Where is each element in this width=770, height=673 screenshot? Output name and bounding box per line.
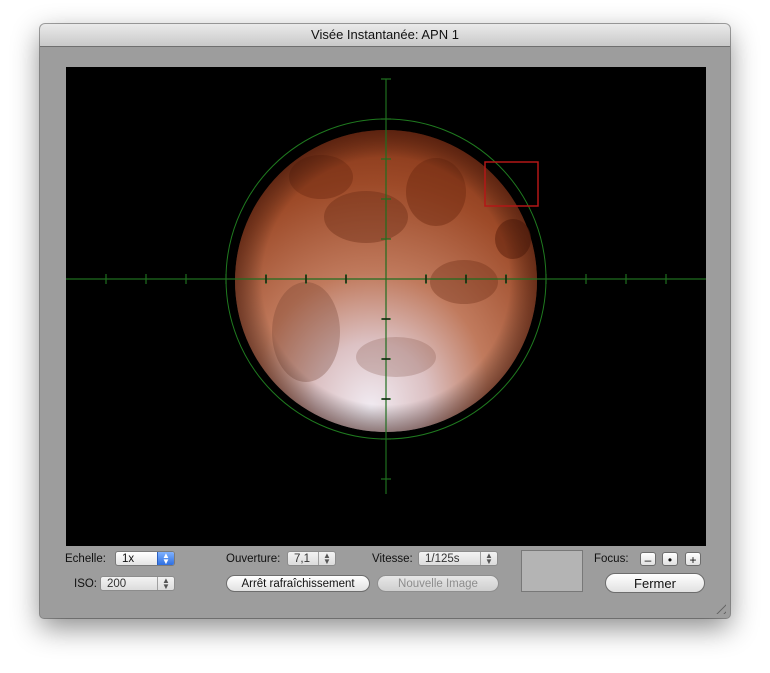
iso-label: ISO: xyxy=(74,578,98,590)
live-view-image[interactable] xyxy=(66,67,706,546)
vitesse-select[interactable]: 1/125s ▲ ▼ xyxy=(418,551,498,566)
focus-label: Focus: xyxy=(594,553,629,565)
echelle-label: Echelle: xyxy=(65,553,106,565)
stepper-arrows-icon: ▲ ▼ xyxy=(480,551,497,565)
live-view-window: Visée Instantanée: APN 1 Echelle: 1x ▲ ▼… xyxy=(40,24,730,618)
resize-grip-icon[interactable] xyxy=(712,600,726,614)
close-button[interactable]: Fermer xyxy=(605,573,705,593)
echelle-value: 1x xyxy=(122,553,135,565)
stop-refresh-button[interactable]: Arrêt rafraîchissement xyxy=(226,575,370,592)
focus-dot-button[interactable]: • xyxy=(662,552,678,567)
vitesse-label: Vitesse: xyxy=(372,553,413,565)
crosshair xyxy=(66,78,706,494)
new-image-button[interactable]: Nouvelle Image xyxy=(377,575,499,592)
window-title: Visée Instantanée: APN 1 xyxy=(40,24,730,47)
ouverture-select[interactable]: 7,1 ▲ ▼ xyxy=(287,551,336,566)
thumbnail-preview xyxy=(521,550,583,592)
echelle-select[interactable]: 1x ▲ ▼ xyxy=(115,551,175,566)
stepper-arrows-icon: ▲ ▼ xyxy=(157,576,174,590)
stepper-arrows-icon: ▲ ▼ xyxy=(318,551,335,565)
iso-select[interactable]: 200 ▲ ▼ xyxy=(100,576,175,591)
iso-value: 200 xyxy=(107,578,127,590)
ouverture-label: Ouverture: xyxy=(226,553,281,565)
vitesse-value: 1/125s xyxy=(425,553,460,565)
ouverture-value: 7,1 xyxy=(294,553,310,565)
focus-minus-button[interactable]: – xyxy=(640,552,656,567)
focus-plus-button[interactable]: + xyxy=(685,552,701,567)
stepper-arrows-icon: ▲ ▼ xyxy=(157,551,174,565)
